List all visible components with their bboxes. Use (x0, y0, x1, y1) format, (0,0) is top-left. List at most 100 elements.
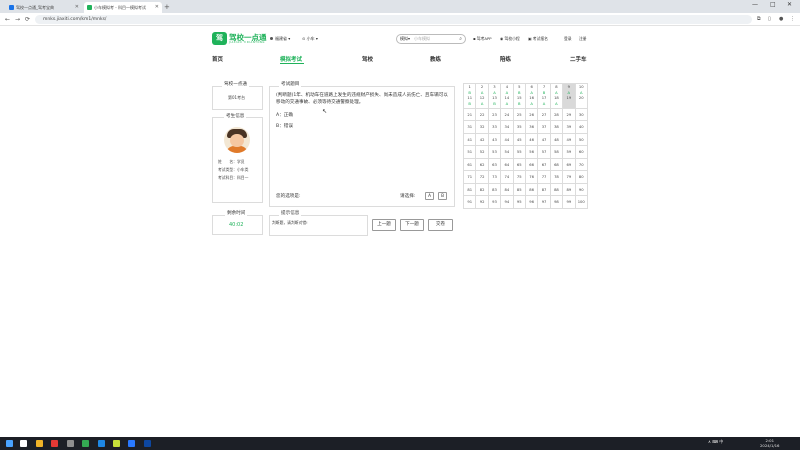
answer-cell[interactable]: 33 (487, 120, 502, 134)
answer-cell[interactable]: 30 (574, 107, 588, 122)
answer-cell[interactable]: 96 (524, 195, 539, 209)
browser-tab-1[interactable]: 驾校一点通_驾考宝典 ✕ (6, 2, 82, 13)
sidebar-icon[interactable]: ▯ (768, 16, 771, 22)
answer-cell[interactable]: 69 (562, 157, 576, 172)
answer-cell[interactable]: 8 A 18 A (549, 83, 564, 109)
vehicle-selector[interactable]: ⊙ 小车 ▾ (302, 36, 318, 42)
answer-cell[interactable]: 75 (512, 170, 526, 184)
answer-cell[interactable]: 34 (500, 120, 514, 134)
answer-cell[interactable]: 22 (475, 107, 489, 122)
app-icon-3[interactable] (144, 440, 151, 447)
answer-cell[interactable]: 74 (500, 170, 514, 184)
answer-cell[interactable]: 100 (574, 195, 588, 209)
start-icon[interactable] (6, 440, 13, 447)
answer-cell[interactable]: 88 (549, 182, 564, 197)
answer-cell[interactable]: 52 (475, 145, 489, 159)
reload-button[interactable]: ⟳ (25, 15, 30, 24)
answer-cell[interactable]: 82 (475, 182, 489, 197)
login-link[interactable]: 登录 (564, 36, 572, 42)
edge-icon[interactable] (98, 440, 105, 447)
answer-cell[interactable]: 78 (549, 170, 564, 184)
answer-cell[interactable]: 68 (549, 157, 564, 172)
answer-cell[interactable]: 49 (562, 132, 576, 147)
answer-cell[interactable]: 92 (475, 195, 489, 209)
answer-cell[interactable]: 60 (574, 145, 588, 159)
steam-icon[interactable] (128, 440, 135, 447)
answer-cell[interactable]: 55 (512, 145, 526, 159)
answer-cell[interactable]: 85 (512, 182, 526, 197)
answer-cell[interactable]: 77 (537, 170, 551, 184)
answer-cell[interactable]: 62 (475, 157, 489, 172)
wechat-icon[interactable] (82, 440, 89, 447)
answer-cell[interactable]: 56 (524, 145, 539, 159)
answer-cell[interactable]: 7 B 17 A (537, 83, 551, 109)
answer-cell[interactable]: 70 (574, 157, 588, 172)
answer-cell[interactable]: 44 (500, 132, 514, 147)
menu-icon[interactable]: ⋮ (790, 16, 795, 22)
file-explorer-icon[interactable] (36, 440, 43, 447)
back-button[interactable]: ← (5, 15, 10, 24)
address-bar[interactable]: mnks.jiaxiti.com/km1/mnks/ (35, 15, 752, 24)
answer-cell[interactable]: 59 (562, 145, 576, 159)
answer-cell[interactable]: 37 (537, 120, 551, 134)
extensions-icon[interactable]: ⧉ (757, 16, 761, 22)
close-tab-icon[interactable]: ✕ (155, 2, 159, 13)
answer-cell[interactable]: 95 (512, 195, 526, 209)
answer-cell[interactable]: 46 (524, 132, 539, 147)
answer-cell[interactable]: 39 (562, 120, 576, 134)
answer-cell[interactable]: 53 (487, 145, 502, 159)
answer-cell[interactable]: 2 A 12 A (475, 83, 489, 109)
answer-cell[interactable]: 43 (487, 132, 502, 147)
answer-cell[interactable]: 73 (487, 170, 502, 184)
system-tray[interactable]: ∧ ⌨ 中 (708, 439, 723, 445)
answer-cell[interactable]: 76 (524, 170, 539, 184)
answer-cell[interactable]: 21 (462, 107, 477, 122)
answer-cell[interactable]: 65 (512, 157, 526, 172)
answer-cell[interactable]: 58 (549, 145, 564, 159)
browser-tab-2[interactable]: 小车模拟考 - 科目一模拟考试 ✕ (84, 2, 162, 13)
answer-cell[interactable]: 63 (487, 157, 502, 172)
answer-cell[interactable]: 32 (475, 120, 489, 134)
answer-cell[interactable]: 83 (487, 182, 502, 197)
answer-cell[interactable]: 87 (537, 182, 551, 197)
answer-cell[interactable]: 89 (562, 182, 576, 197)
clock[interactable]: 2:01 2024/1/16 (760, 438, 779, 448)
close-window-button[interactable]: ✕ (787, 1, 792, 8)
maximize-button[interactable]: □ (770, 1, 776, 8)
answer-cell[interactable]: 42 (475, 132, 489, 147)
answer-cell[interactable]: 99 (562, 195, 576, 209)
answer-cell[interactable]: 48 (549, 132, 564, 147)
answer-cell[interactable]: 79 (562, 170, 576, 184)
answer-cell[interactable]: 23 (487, 107, 502, 122)
answer-cell[interactable]: 1 B 11 B (462, 83, 477, 109)
answer-cell[interactable]: 24 (500, 107, 514, 122)
answer-cell[interactable]: 27 (537, 107, 551, 122)
browser-icon[interactable] (67, 440, 74, 447)
answer-cell[interactable]: 93 (487, 195, 502, 209)
close-tab-icon[interactable]: ✕ (75, 2, 79, 13)
answer-cell[interactable]: 90 (574, 182, 588, 197)
answer-cell[interactable]: 47 (537, 132, 551, 147)
site-logo-icon[interactable]: 驾 (212, 32, 227, 45)
answer-cell[interactable]: 86 (524, 182, 539, 197)
answer-cell[interactable]: 98 (549, 195, 564, 209)
miniprogram-link[interactable]: ◉ 驾校小程 (500, 36, 520, 42)
answer-cell[interactable]: 50 (574, 132, 588, 147)
app-icon[interactable] (51, 440, 58, 447)
answer-cell[interactable]: 66 (524, 157, 539, 172)
site-search-input[interactable]: 模拟▾ 小车模拟 ⌕ (396, 34, 466, 44)
answer-cell[interactable]: 36 (524, 120, 539, 134)
answer-cell[interactable]: 41 (462, 132, 477, 147)
answer-cell[interactable]: 10 A 20 (574, 83, 588, 109)
answer-cell[interactable]: 45 (512, 132, 526, 147)
select-b-button[interactable]: B (438, 192, 447, 200)
nav-home[interactable]: 首页 (212, 55, 223, 63)
answer-cell[interactable]: 25 (512, 107, 526, 122)
answer-cell[interactable]: 64 (500, 157, 514, 172)
select-a-button[interactable]: A (425, 192, 434, 200)
answer-cell[interactable]: 26 (524, 107, 539, 122)
nav-practice[interactable]: 陪练 (500, 55, 511, 63)
nav-driving-school[interactable]: 驾校 (362, 55, 373, 63)
answer-cell[interactable]: 6 A 16 A (524, 83, 539, 109)
app-icon-2[interactable] (113, 440, 120, 447)
